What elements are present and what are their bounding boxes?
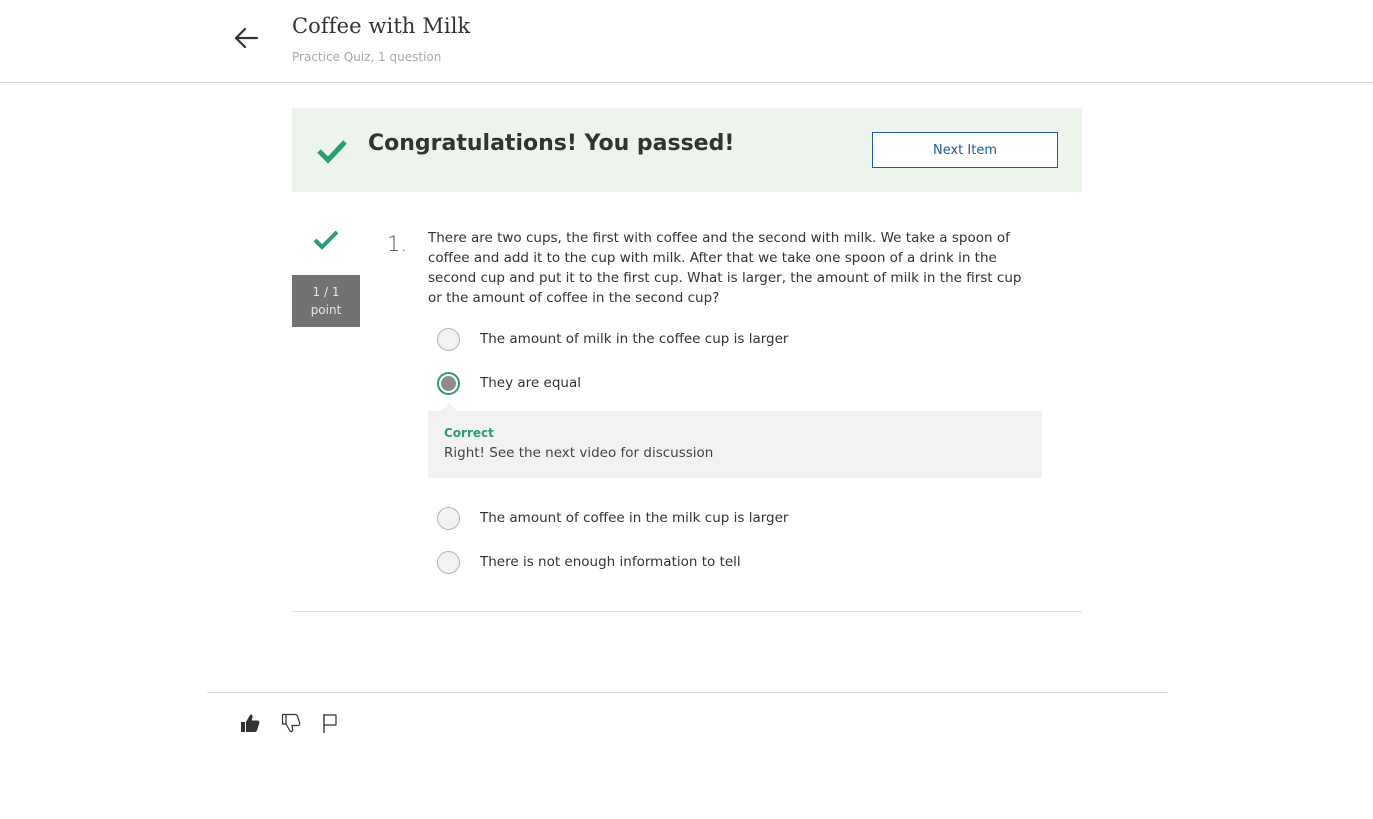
answer-option[interactable]: There is not enough information to tell (437, 550, 741, 574)
flag-button[interactable] (318, 710, 342, 736)
next-item-button[interactable]: Next Item (872, 132, 1058, 168)
answer-feedback: Correct Right! See the next video for di… (428, 403, 1042, 478)
points-unit: point (310, 303, 342, 317)
arrow-left-icon (234, 27, 259, 49)
answer-option[interactable]: The amount of coffee in the milk cup is … (437, 506, 788, 530)
feedback-text: Right! See the next video for discussion (444, 445, 714, 461)
option-label: The amount of milk in the coffee cup is … (480, 331, 789, 347)
radio-button[interactable] (437, 506, 460, 530)
option-label: The amount of coffee in the milk cup is … (480, 510, 789, 526)
like-button[interactable] (238, 710, 262, 736)
thumbs-down-icon (281, 713, 301, 733)
feedback-status: Correct (444, 426, 494, 440)
page-subtitle: Practice Quiz, 1 question (292, 50, 442, 64)
back-button[interactable] (230, 22, 262, 54)
pass-message: Congratulations! You passed! (368, 131, 735, 156)
option-label: There is not enough information to tell (480, 554, 741, 570)
page-header: Coffee with Milk Practice Quiz, 1 questi… (0, 0, 1373, 83)
page-title: Coffee with Milk (292, 14, 471, 38)
radio-dot (441, 375, 456, 391)
dislike-button[interactable] (279, 710, 303, 736)
pass-banner: Congratulations! You passed! Next Item (292, 108, 1082, 192)
question-divider (292, 611, 1082, 612)
points-badge: 1 / 1 point (292, 275, 360, 327)
footer-divider (207, 692, 1167, 693)
checkmark-icon (317, 140, 347, 164)
radio-button[interactable] (437, 327, 460, 351)
radio-button[interactable] (437, 550, 460, 574)
feedback-pointer (441, 403, 457, 411)
option-label: They are equal (480, 375, 581, 391)
question-number: 1. (387, 232, 408, 256)
answer-option-selected[interactable]: They are equal (437, 371, 581, 395)
points-score: 1 / 1 (312, 285, 340, 299)
answer-option[interactable]: The amount of milk in the coffee cup is … (437, 327, 788, 351)
question-text: There are two cups, the first with coffe… (428, 230, 1022, 306)
radio-button-selected[interactable] (437, 371, 460, 395)
question-correct-icon (313, 230, 339, 250)
flag-icon (323, 714, 337, 733)
thumbs-up-icon (241, 714, 260, 732)
